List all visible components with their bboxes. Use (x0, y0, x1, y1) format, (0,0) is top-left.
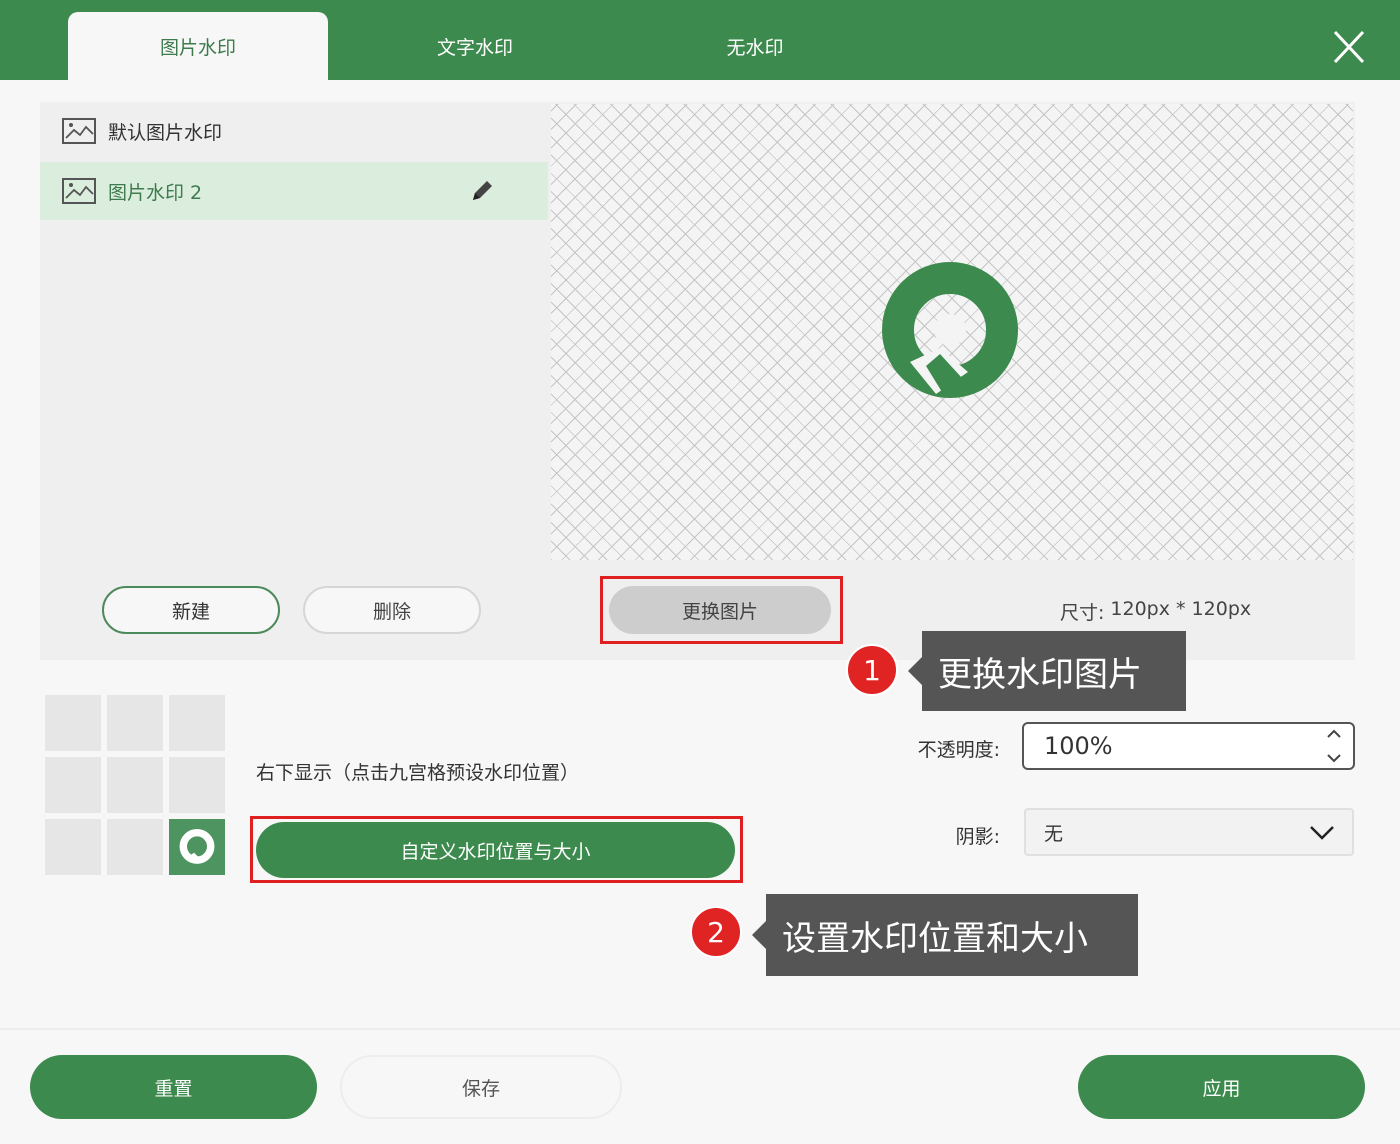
chevron-down-icon[interactable] (1325, 750, 1343, 766)
size-value: 120px * 120px (1110, 598, 1252, 620)
apply-button[interactable]: 应用 (1078, 1055, 1365, 1119)
shadow-label: 阴影: (955, 826, 1000, 848)
logo-icon (179, 829, 215, 864)
highlight-box-custom (250, 816, 743, 883)
shadow-value: 无 (1044, 822, 1064, 845)
new-watermark-button[interactable]: 新建 (102, 586, 280, 634)
chevron-down-icon (1308, 822, 1336, 847)
step-badge-2: 2 (690, 906, 742, 958)
list-item-label: 图片水印 2 (108, 181, 203, 204)
save-button[interactable]: 保存 (340, 1055, 622, 1119)
step-badge-1: 1 (846, 644, 898, 696)
callout-replace-watermark: 更换水印图片 (908, 631, 1186, 711)
image-icon (62, 178, 96, 204)
tab-image-watermark[interactable]: 图片水印 (68, 12, 328, 80)
size-label: 尺寸: (1060, 602, 1105, 624)
position-cell-middle-right[interactable] (169, 757, 225, 813)
chevron-up-icon[interactable] (1325, 726, 1343, 742)
opacity-label: 不透明度: (917, 739, 1000, 761)
footer-divider (0, 1028, 1400, 1030)
tab-no-watermark[interactable]: 无水印 (625, 12, 885, 80)
position-cell-bottom-left[interactable] (45, 819, 101, 875)
position-cell-bottom-center[interactable] (107, 819, 163, 875)
watermark-list: 默认图片水印 图片水印 2 (40, 102, 548, 572)
position-cell-middle-left[interactable] (45, 757, 101, 813)
opacity-value: 100% (1044, 732, 1113, 760)
watermark-logo-image (880, 262, 1020, 402)
position-cell-top-center[interactable] (107, 695, 163, 751)
callout-text: 设置水印位置和大小 (782, 918, 1088, 959)
callout-position-size: 设置水印位置和大小 (752, 894, 1138, 976)
tab-text-watermark[interactable]: 文字水印 (345, 12, 605, 80)
close-icon[interactable] (1326, 26, 1372, 68)
position-cell-top-left[interactable] (45, 695, 101, 751)
list-item-label: 默认图片水印 (108, 121, 223, 144)
position-cell-center[interactable] (107, 757, 163, 813)
opacity-input[interactable]: 100% (1022, 722, 1355, 770)
list-item-image-watermark-2[interactable]: 图片水印 2 (40, 162, 548, 220)
pencil-icon[interactable] (446, 177, 508, 210)
shadow-select[interactable]: 无 (1024, 808, 1354, 856)
highlight-box-replace (600, 576, 843, 644)
position-cell-bottom-right[interactable] (169, 819, 225, 875)
reset-button[interactable]: 重置 (30, 1055, 317, 1119)
position-cell-top-right[interactable] (169, 695, 225, 751)
list-item-default-watermark[interactable]: 默认图片水印 (40, 102, 548, 160)
image-size-info: 尺寸: 120px * 120px (1060, 598, 1300, 625)
delete-watermark-button[interactable]: 删除 (303, 586, 481, 634)
callout-text: 更换水印图片 (938, 654, 1142, 695)
position-description: 右下显示（点击九宫格预设水印位置） (256, 762, 580, 784)
image-icon (62, 118, 96, 144)
position-grid (45, 695, 227, 877)
